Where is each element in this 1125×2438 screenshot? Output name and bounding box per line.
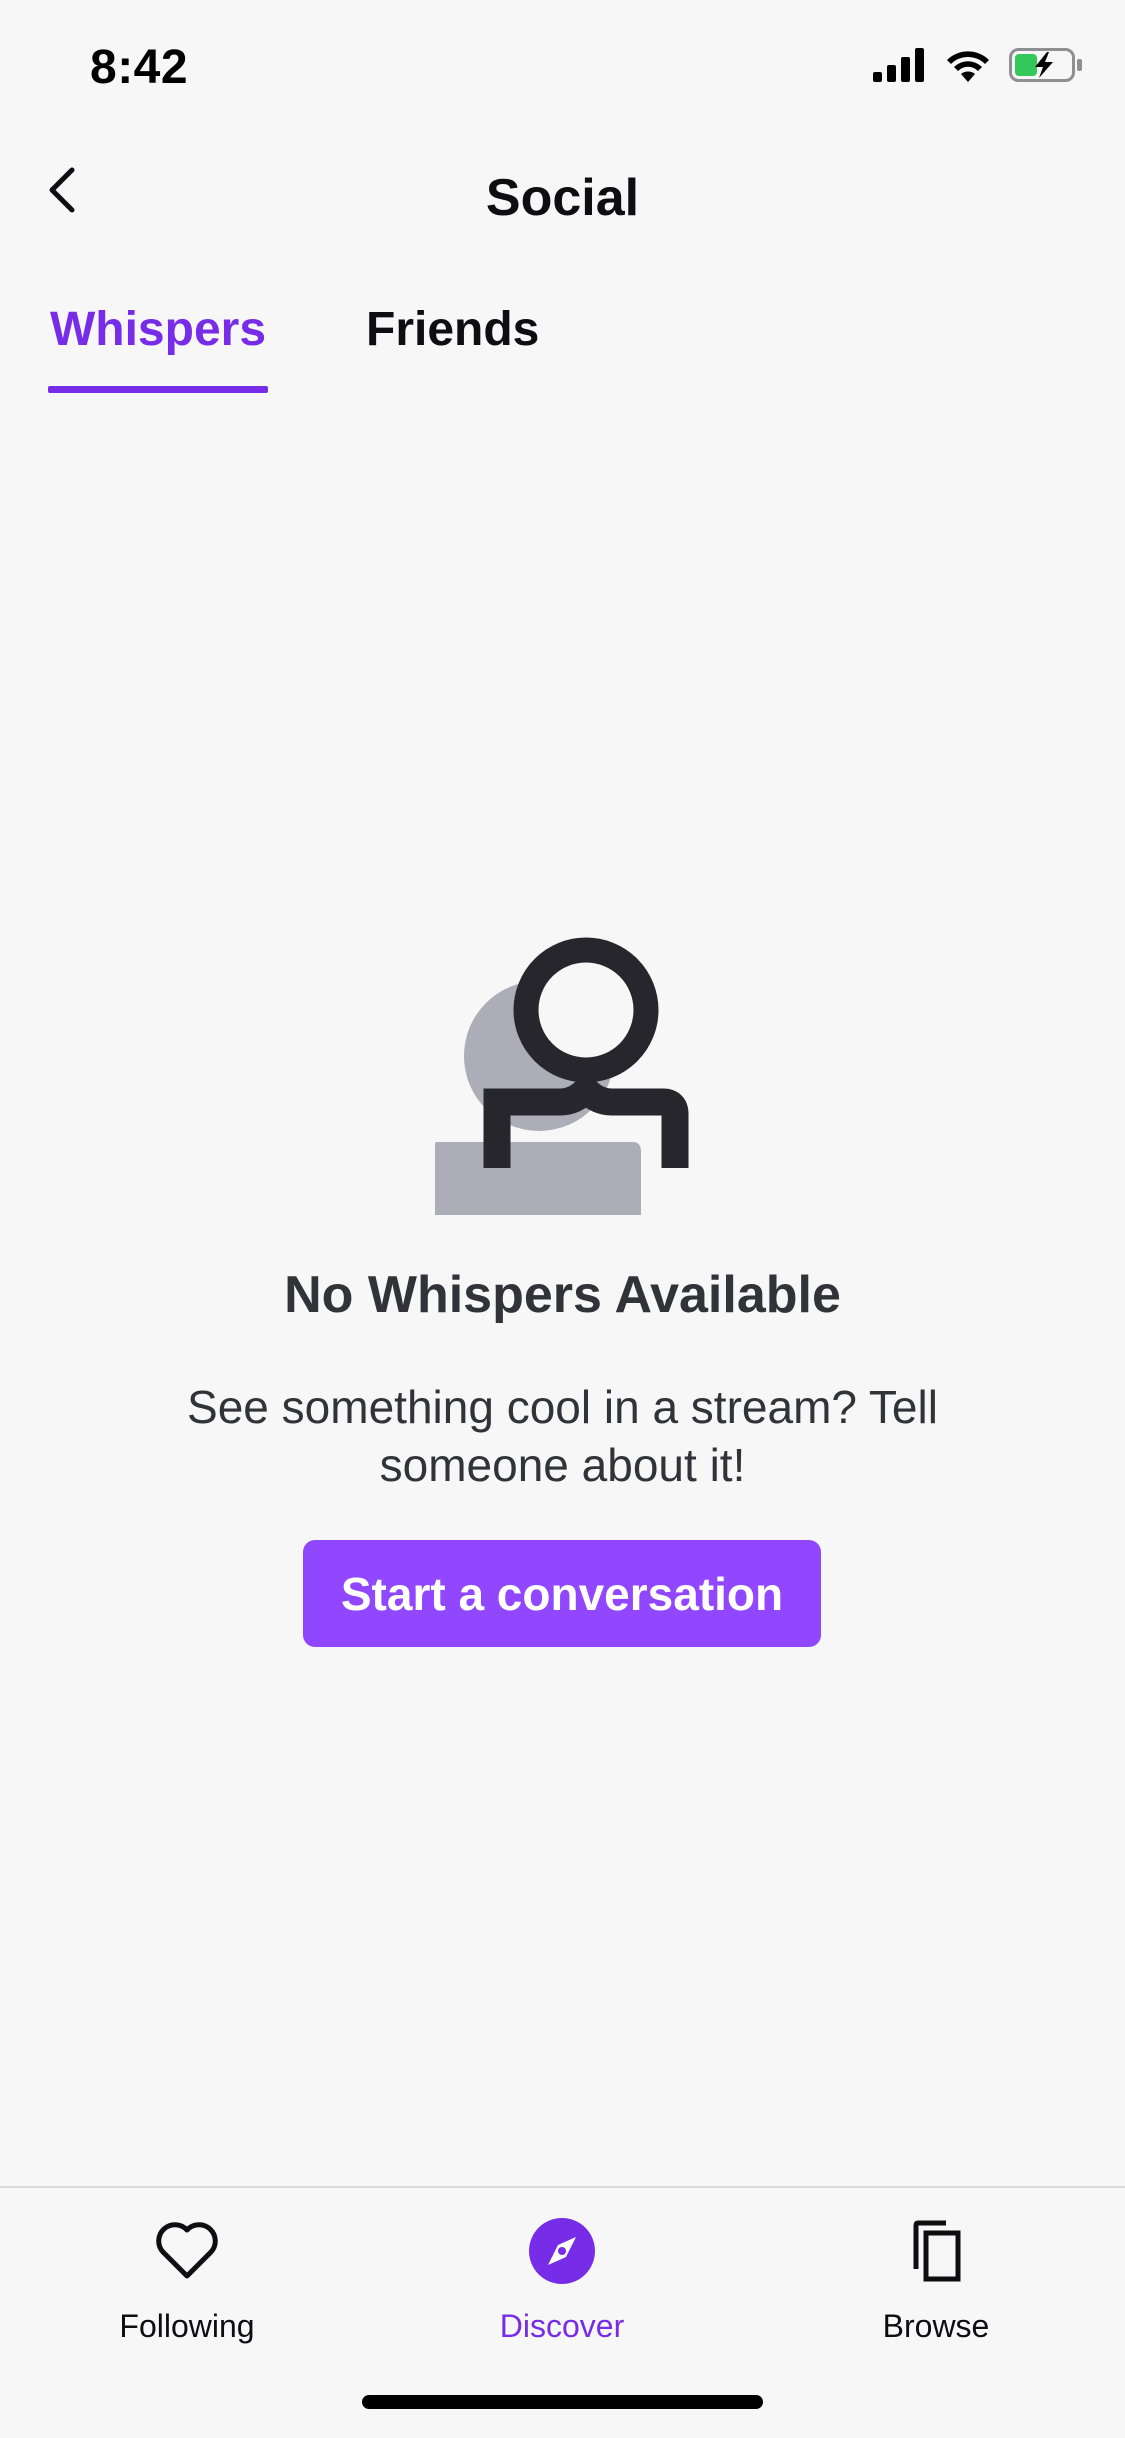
heart-icon <box>77 2208 297 2294</box>
active-tab-indicator <box>48 386 268 393</box>
tab-whispers[interactable]: Whispers <box>48 302 268 383</box>
battery-charging-icon <box>1009 48 1083 87</box>
nav-item-browse[interactable]: Browse <box>826 2208 1046 2345</box>
status-bar: 8:42 <box>0 0 1125 132</box>
cellular-signal-icon <box>873 48 927 87</box>
page-title: Social <box>485 169 640 227</box>
start-conversation-button[interactable]: Start a conversation <box>303 1540 821 1647</box>
empty-state-description: See something cool in a stream? Tell som… <box>187 1381 938 1491</box>
nav-header: Social <box>0 140 1125 260</box>
home-indicator[interactable] <box>362 2395 763 2409</box>
nav-label-discover: Discover <box>499 2308 625 2344</box>
tab-friends[interactable]: Friends <box>366 302 539 383</box>
empty-state-title: No Whispers Available <box>284 1266 841 1324</box>
status-time: 8:42 <box>90 41 189 94</box>
nav-item-discover[interactable]: Discover <box>452 2208 672 2345</box>
nav-item-following[interactable]: Following <box>77 2208 297 2345</box>
nav-label-browse: Browse <box>882 2308 990 2344</box>
copy-icon <box>826 2208 1046 2294</box>
nav-label-following: Following <box>119 2308 255 2344</box>
tab-bar: Whispers Friends <box>0 290 1125 400</box>
users-icon <box>435 930 695 1220</box>
compass-icon <box>452 2208 672 2294</box>
wifi-icon <box>945 48 991 87</box>
status-icons <box>873 48 1083 87</box>
